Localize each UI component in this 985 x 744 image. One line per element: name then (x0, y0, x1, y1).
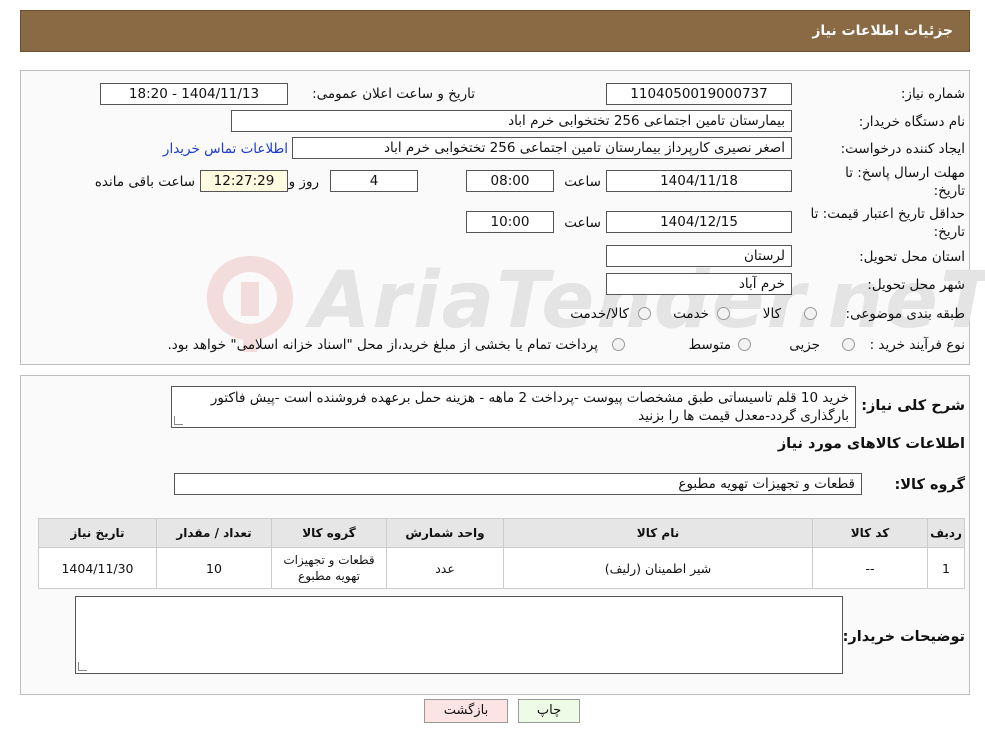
process-note: پرداخت تمام یا بخشی از مبلغ خرید،از محل … (167, 337, 598, 353)
creator-label: ایجاد کننده درخواست: (840, 141, 965, 157)
province-label: استان محل تحویل: (859, 249, 965, 265)
buyer-notes-textarea[interactable] (75, 596, 843, 674)
announce-label: تاریخ و ساعت اعلان عمومی: (312, 86, 475, 102)
goods-table: ردیف کد کالا نام کالا واحد شمارش گروه کا… (38, 518, 965, 589)
item-code: -- (812, 547, 928, 589)
validity-label-2: تاریخ: (933, 224, 965, 240)
days-label: روز و (288, 174, 319, 190)
process-radio-treasury[interactable] (612, 338, 625, 351)
category-label: طبقه بندی موضوعی: (845, 306, 965, 322)
buyer-org-label: نام دستگاه خریدار: (858, 114, 965, 130)
deadline-time-label: ساعت (564, 174, 601, 190)
creator-field: اصغر نصیری کارپرداز بیمارستان تامین اجتم… (292, 137, 792, 159)
column-header: واحد شمارش (386, 518, 504, 548)
buyer-org-field: بیمارستان تامین اجتماعی 256 تختخوابی خرم… (231, 110, 792, 132)
buyer-notes-text (76, 597, 842, 605)
column-header: کد کالا (812, 518, 928, 548)
watermark-text: AriaTender.neT (310, 256, 985, 346)
page-header: جزئیات اطلاعات نیاز (20, 10, 970, 52)
goods-section-title: اطلاعات کالاهای مورد نیاز (777, 436, 965, 452)
back-button[interactable]: بازگشت (424, 699, 508, 723)
deadline-label: مهلت ارسال پاسخ: تا (845, 165, 965, 181)
resize-handle-icon[interactable] (78, 662, 87, 671)
column-header: تعداد / مقدار (156, 518, 272, 548)
city-field: خرم آباد (606, 273, 792, 295)
validity-date-field: 1404/12/15 (606, 211, 792, 233)
column-header: ردیف (927, 518, 965, 548)
buyer-notes-label: توضیحات خریدار: (842, 629, 965, 645)
description-label: شرح کلی نیاز: (861, 398, 965, 414)
process-radio-medium[interactable] (738, 338, 751, 351)
item-need-date: 1404/11/30 (38, 547, 157, 589)
province-field: لرستان (606, 245, 792, 267)
goods-table-header: ردیف کد کالا نام کالا واحد شمارش گروه کا… (38, 518, 965, 548)
row-index: 1 (927, 547, 965, 589)
item-quantity: 10 (156, 547, 272, 589)
print-button[interactable]: چاپ (518, 699, 580, 723)
column-header: تاریخ نیاز (38, 518, 157, 548)
process-option-medium: متوسط (688, 337, 731, 353)
description-text: خرید 10 قلم تاسیساتی طبق مشخصات پیوست -پ… (210, 390, 849, 424)
goods-group-label: گروه کالا: (894, 477, 965, 493)
process-radio-minor[interactable] (842, 338, 855, 351)
item-group: قطعات و تجهیزات تهویه مطبوع (271, 547, 387, 589)
resize-handle-icon[interactable] (174, 416, 183, 425)
deadline-date-field: 1404/11/18 (606, 170, 792, 192)
validity-time-label: ساعت (564, 215, 601, 231)
description-textarea[interactable]: خرید 10 قلم تاسیساتی طبق مشخصات پیوست -پ… (171, 386, 856, 428)
city-label: شهر محل تحویل: (867, 277, 965, 293)
process-option-minor: جزیی (789, 337, 820, 353)
category-option-service: خدمت (673, 306, 709, 322)
process-label: نوع فرآیند خرید : (869, 337, 965, 353)
category-option-goods: کالا (762, 306, 781, 322)
category-radio-goods-service[interactable] (638, 307, 651, 320)
need-number-label: شماره نیاز: (900, 86, 965, 102)
days-field: 4 (330, 170, 418, 192)
remaining-label: ساعت باقی مانده (94, 174, 195, 190)
item-unit: عدد (386, 547, 504, 589)
item-name: شیر اطمینان (رلیف) (503, 547, 813, 589)
table-row: 1 -- شیر اطمینان (رلیف) عدد قطعات و تجهی… (38, 547, 965, 589)
category-option-goods-service: کالا/خدمت (570, 306, 629, 322)
validity-time-field: 10:00 (466, 211, 554, 233)
category-radio-goods[interactable] (804, 307, 817, 320)
announce-field: 1404/11/13 - 18:20 (100, 83, 288, 105)
deadline-time-field: 08:00 (466, 170, 554, 192)
remaining-time-field: 12:27:29 (200, 170, 288, 192)
validity-label: حداقل تاریخ اعتبار قیمت: تا (810, 206, 965, 222)
need-number-field: 1104050019000737 (606, 83, 792, 105)
goods-group-field: قطعات و تجهیزات تهویه مطبوع (174, 473, 862, 495)
column-header: گروه کالا (271, 518, 387, 548)
category-radio-service[interactable] (717, 307, 730, 320)
column-header: نام کالا (503, 518, 813, 548)
page-title: جزئیات اطلاعات نیاز (812, 23, 953, 39)
deadline-label-2: تاریخ: (933, 183, 965, 199)
buyer-contact-link[interactable]: اطلاعات تماس خریدار (163, 141, 288, 157)
